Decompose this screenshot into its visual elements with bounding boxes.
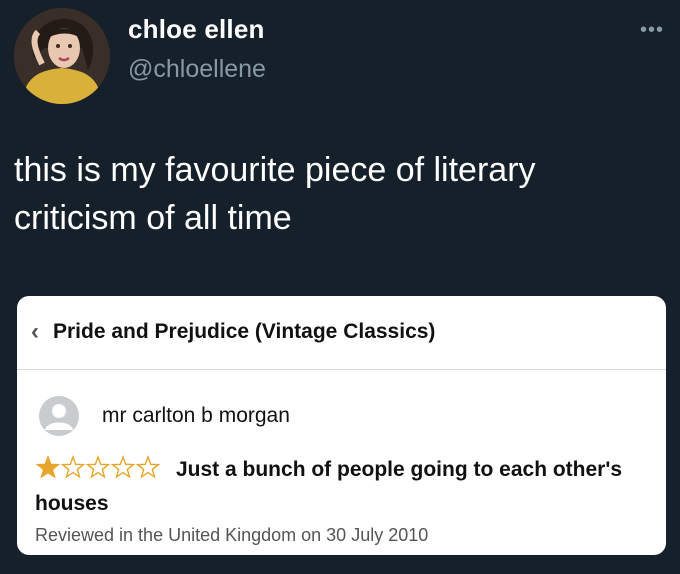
review-title: Just a bunch of people going to each oth…: [35, 458, 623, 515]
reviewer-avatar: [39, 396, 79, 436]
review-card[interactable]: ‹ Pride and Prejudice (Vintage Classics)…: [17, 296, 666, 555]
user-avatar[interactable]: [14, 8, 110, 104]
display-name[interactable]: chloe ellen: [128, 14, 265, 45]
product-title[interactable]: Pride and Prejudice (Vintage Classics): [53, 320, 435, 344]
user-handle[interactable]: @chloellene: [128, 55, 266, 84]
more-horizontal-icon[interactable]: •••: [640, 20, 670, 40]
chevron-left-icon[interactable]: ‹: [31, 318, 39, 346]
tweet: chloe ellen @chloellene ••• this is my f…: [0, 0, 680, 574]
review-meta: Reviewed in the United Kingdom on 30 Jul…: [35, 525, 429, 545]
reviewer-name: mr carlton b morgan: [102, 404, 290, 427]
tweet-text: this is my favourite piece of literary c…: [14, 151, 536, 237]
card-header: ‹ Pride and Prejudice (Vintage Classics): [17, 296, 666, 370]
